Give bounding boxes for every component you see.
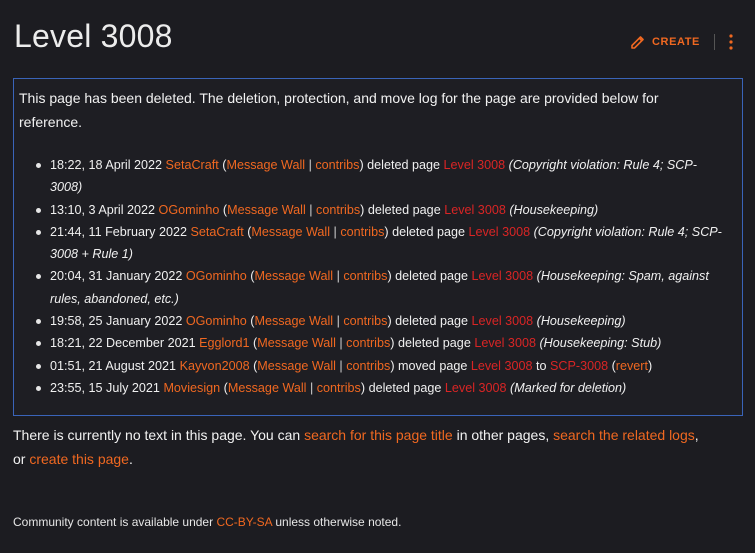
log-action: deleted page [395,269,469,284]
log-user-link[interactable]: Egglord1 [199,336,249,350]
contribs-link[interactable]: contribs [316,203,360,217]
log-page-link[interactable]: Level 3008 [474,336,536,350]
log-entry: 23:55, 15 July 2021 Moviesign (Message W… [36,377,726,399]
log-time: 23:55, 15 July 2021 [50,380,160,395]
log-action: deleted page [367,158,441,172]
revert-link[interactable]: revert [616,359,648,373]
log-action: deleted page [395,314,469,329]
log-time: 18:21, 22 December 2021 [50,336,196,351]
log-user-link[interactable]: SetaCraft [191,225,244,239]
contribs-link[interactable]: contribs [343,269,387,283]
contribs-link[interactable]: contribs [343,314,387,328]
log-entry: 01:51, 21 August 2021 Kayvon2008 (Messag… [36,355,726,377]
deletion-log: 18:22, 18 April 2022 SetaCraft (Message … [36,154,726,399]
log-target-link[interactable]: SCP-3008 [550,359,608,373]
log-page-link[interactable]: Level 3008 [468,225,530,239]
message-wall-link[interactable]: Message Wall [257,359,336,373]
search-page-title-link[interactable]: search for this page title [304,427,453,443]
log-comment: (Marked for deletion) [510,380,627,395]
deletion-notice-box: This page has been deleted. The deletion… [13,78,743,416]
log-action: deleted page [368,380,442,395]
log-comment: (Housekeeping) [536,314,626,329]
contribs-link[interactable]: contribs [340,225,384,239]
license-link[interactable]: CC-BY-SA [216,515,272,529]
message-wall-link[interactable]: Message Wall [257,336,336,350]
log-entry: 20:04, 31 January 2022 OGominho (Message… [36,265,726,310]
log-time: 19:58, 25 January 2022 [50,314,183,329]
deletion-notice-text: This page has been deleted. The deletion… [19,90,659,130]
message-wall-link[interactable]: Message Wall [251,225,330,239]
log-entry: 19:58, 25 January 2022 OGominho (Message… [36,310,726,332]
message-wall-link[interactable]: Message Wall [228,381,307,395]
license-footer: Community content is available under CC-… [13,515,402,529]
log-time: 01:51, 21 August 2021 [50,358,177,373]
log-page-link[interactable]: Level 3008 [444,158,506,172]
log-to-word: to [535,358,547,373]
create-this-page-link[interactable]: create this page [29,451,129,467]
log-page-link[interactable]: Level 3008 [471,359,533,373]
message-wall-link[interactable]: Message Wall [226,158,305,172]
log-user-link[interactable]: Kayvon2008 [180,359,250,373]
create-button[interactable]: CREATE [630,34,700,50]
log-page-link[interactable]: Level 3008 [444,203,506,217]
log-user-link[interactable]: SetaCraft [166,158,219,172]
log-action: deleted page [392,224,465,239]
log-entry: 13:10, 3 April 2022 OGominho (Message Wa… [36,199,726,221]
log-entry: 21:44, 11 February 2022 SetaCraft (Messa… [36,221,726,266]
more-vertical-icon [729,34,733,50]
log-entry: 18:21, 22 December 2021 Egglord1 (Messag… [36,332,726,354]
log-action: deleted page [397,336,471,351]
log-time: 20:04, 31 January 2022 [50,269,183,284]
contribs-link[interactable]: contribs [317,381,361,395]
contribs-link[interactable]: contribs [315,158,359,172]
log-time: 18:22, 18 April 2022 [50,158,163,172]
log-user-link[interactable]: OGominho [159,203,220,217]
log-comment: (Housekeeping: Stub) [539,336,662,351]
log-time: 21:44, 11 February 2022 [50,224,187,239]
log-page-link[interactable]: Level 3008 [472,269,534,283]
page-actions: CREATE [630,34,733,50]
log-page-link[interactable]: Level 3008 [472,314,534,328]
log-page-link[interactable]: Level 3008 [445,381,507,395]
message-wall-link[interactable]: Message Wall [227,203,306,217]
log-action: moved page [398,358,468,373]
message-wall-link[interactable]: Message Wall [254,314,333,328]
log-user-link[interactable]: Moviesign [163,381,220,395]
more-options-button[interactable] [729,34,733,50]
pencil-icon [631,36,644,49]
log-time: 13:10, 3 April 2022 [50,202,156,217]
no-text-message: There is currently no text in this page.… [13,427,699,467]
log-action: deleted page [367,202,441,217]
search-related-logs-link[interactable]: search the related logs [553,427,695,443]
log-comment: (Housekeeping) [509,202,599,217]
message-wall-link[interactable]: Message Wall [254,269,333,283]
log-entry: 18:22, 18 April 2022 SetaCraft (Message … [36,154,726,199]
contribs-link[interactable]: contribs [346,336,390,350]
actions-divider [714,34,715,50]
page-title: Level 3008 [14,18,173,54]
contribs-link[interactable]: contribs [346,359,390,373]
log-user-link[interactable]: OGominho [186,269,247,283]
create-label: CREATE [651,36,700,48]
log-user-link[interactable]: OGominho [186,314,247,328]
